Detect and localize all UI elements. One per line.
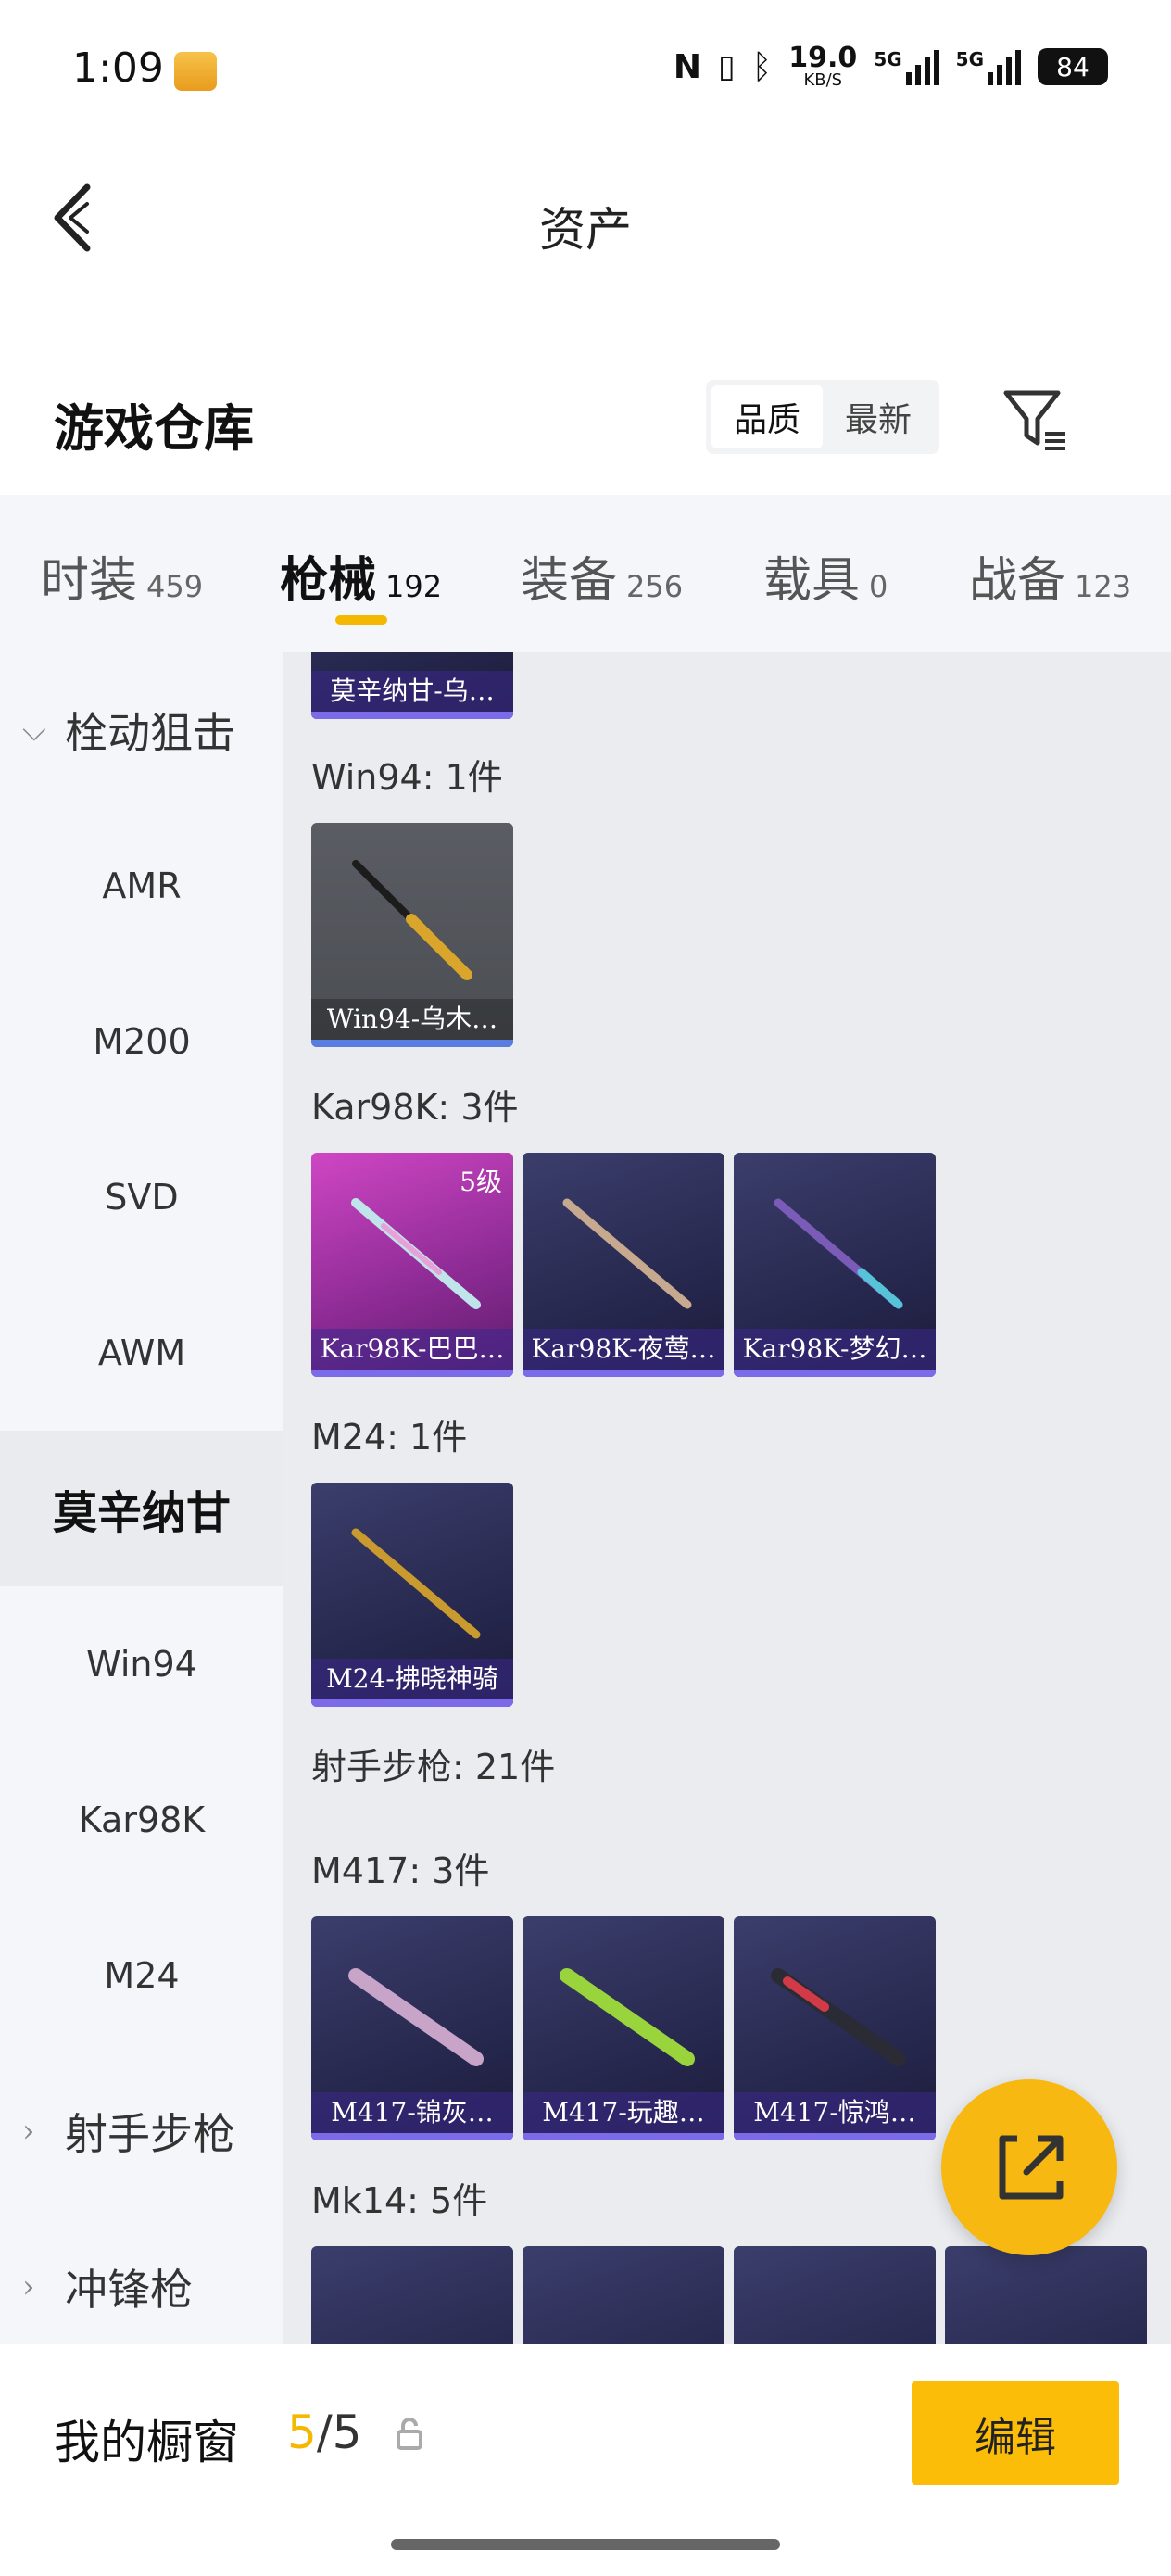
section-title: 游戏仓库 — [54, 398, 254, 458]
net-speed: 19.0 KB/S — [788, 42, 858, 90]
sidebar-group-smg[interactable]: › 冲锋枪 — [0, 2209, 283, 2344]
sort-newest-button[interactable]: 最新 — [823, 385, 934, 448]
status-bar: 1:09 N ▯ ᛒ 19.0 KB/S 5G 5G 84 — [0, 0, 1171, 139]
rifle-icon — [562, 1198, 692, 1309]
sidebar-group-marksman[interactable]: › 射手步枪 — [0, 2053, 283, 2209]
weapon-card[interactable]: M417-锦灰… — [311, 1916, 513, 2140]
rarity-bar — [311, 712, 513, 719]
sidebar-item-m200[interactable]: M200 — [0, 964, 283, 1119]
filter-icon — [1003, 390, 1065, 450]
tab-supplies[interactable]: 战备 123 — [969, 541, 1131, 611]
rarity-bar — [523, 2133, 724, 2140]
showcase-count: 5/5 — [287, 2406, 362, 2459]
bluetooth-icon: ᛒ — [751, 47, 773, 86]
sidebar-item-mosin[interactable]: 莫辛纳甘 — [0, 1431, 283, 1586]
page-title: 资产 — [539, 203, 632, 257]
chevron-right-icon: › — [22, 2268, 35, 2305]
sidebar-item-svd[interactable]: SVD — [0, 1119, 283, 1275]
weapon-card-name: Win94-乌木… — [311, 999, 513, 1040]
group-label: M24: 1件 — [311, 1417, 468, 1458]
weapon-card[interactable]: 5级 Kar98K-巴巴… — [311, 1153, 513, 1377]
edit-button[interactable]: 编辑 — [912, 2381, 1119, 2485]
rifle-icon — [351, 1528, 481, 1639]
weapon-card[interactable] — [311, 2246, 513, 2344]
rifle-icon — [771, 1968, 906, 2066]
weapon-type-sidebar: ⌵ 栓动狙击 AMR M200 SVD AWM 莫辛纳甘 Win94 Kar98… — [0, 652, 283, 2344]
sort-toggle: 品质 最新 — [706, 380, 939, 454]
weapon-card-name: Kar98K-夜莺… — [523, 1329, 724, 1370]
status-icons: N ▯ ᛒ 19.0 KB/S 5G 5G 84 — [674, 44, 1108, 89]
tab-firearms[interactable]: 枪械 192 — [280, 541, 442, 611]
group-label: Mk14: 5件 — [311, 2180, 488, 2221]
rifle-icon — [351, 1198, 481, 1309]
chevron-right-icon: › — [22, 2113, 35, 2150]
signal-2-icon: 5G — [956, 48, 1021, 85]
weapon-card-name: M24-拂晓神骑 — [311, 1659, 513, 1699]
home-indicator[interactable] — [391, 2539, 780, 2550]
weapon-card[interactable]: M24-拂晓神骑 — [311, 1483, 513, 1707]
weapon-card[interactable]: Win94-乌木… — [311, 823, 513, 1047]
group-label: Win94: 1件 — [311, 757, 503, 798]
tab-equipment[interactable]: 装备 256 — [521, 541, 683, 611]
category-tabs: 时装 459 枪械 192 装备 256 载具 0 战备 123 — [0, 495, 1171, 652]
rarity-bar — [311, 1370, 513, 1377]
rarity-bar — [311, 1699, 513, 1707]
rarity-bar — [734, 1370, 936, 1377]
rarity-bar — [311, 1040, 513, 1047]
weapon-card[interactable]: Kar98K-梦幻… — [734, 1153, 936, 1377]
rifle-icon — [560, 1968, 695, 2066]
weapon-card-name: M417-玩趣… — [523, 2092, 724, 2133]
weapon-card[interactable] — [523, 2246, 724, 2344]
weapon-card-name: M417-锦灰… — [311, 2092, 513, 2133]
sidebar-group-bolt-action[interactable]: ⌵ 栓动狙击 — [0, 652, 283, 808]
battery-icon: 84 — [1038, 48, 1108, 85]
chevron-down-icon: ⌵ — [22, 712, 46, 749]
rifle-icon — [774, 1198, 903, 1309]
status-time: 1:09 — [72, 44, 164, 92]
share-button[interactable] — [941, 2079, 1117, 2255]
tab-vehicles[interactable]: 载具 0 — [763, 541, 888, 611]
weapon-card[interactable] — [734, 2246, 936, 2344]
sort-quality-button[interactable]: 品质 — [711, 385, 823, 448]
weapon-card-name: Kar98K-巴巴… — [311, 1329, 513, 1370]
group-label: 射手步枪: 21件 — [311, 1747, 556, 1787]
group-label: Kar98K: 3件 — [311, 1087, 519, 1128]
signal-1-icon: 5G — [874, 48, 939, 85]
weapon-card[interactable]: M417-惊鸿… — [734, 1916, 936, 2140]
weapon-card-name: 莫辛纳甘-乌… — [311, 671, 513, 712]
rarity-bar — [311, 2133, 513, 2140]
sidebar-item-kar98k[interactable]: Kar98K — [0, 1742, 283, 1898]
sidebar-item-win94[interactable]: Win94 — [0, 1586, 283, 1742]
filter-button[interactable] — [1001, 385, 1071, 456]
rarity-bar — [523, 1370, 724, 1377]
app-header: 资产 — [0, 139, 1171, 297]
weapon-card[interactable] — [945, 2246, 1147, 2344]
app-notification-icon — [174, 52, 217, 91]
showcase-label: 我的橱窗 — [54, 2416, 239, 2469]
weapon-card[interactable]: 莫辛纳甘-乌… — [311, 652, 513, 719]
sidebar-item-amr[interactable]: AMR — [0, 808, 283, 964]
sidebar-item-awm[interactable]: AWM — [0, 1275, 283, 1431]
sidebar-item-m24[interactable]: M24 — [0, 1898, 283, 2053]
vibrate-icon: ▯ — [717, 48, 736, 85]
weapon-card[interactable]: Kar98K-夜莺… — [523, 1153, 724, 1377]
nfc-icon: N — [673, 47, 701, 86]
rarity-bar — [734, 2133, 936, 2140]
active-tab-indicator — [335, 615, 387, 625]
rifle-icon — [352, 860, 472, 980]
tab-fashion[interactable]: 时装 459 — [41, 541, 203, 611]
lock-icon — [397, 2418, 422, 2450]
share-icon — [999, 2135, 1064, 2200]
warehouse-header: 游戏仓库 品质 最新 — [0, 352, 1171, 491]
weapon-card[interactable]: M417-玩趣… — [523, 1916, 724, 2140]
group-label: M417: 3件 — [311, 1850, 490, 1891]
rifle-icon — [348, 1968, 484, 2066]
weapon-card-name: Kar98K-梦幻… — [734, 1329, 936, 1370]
weapon-card-name: M417-惊鸿… — [734, 2092, 936, 2133]
